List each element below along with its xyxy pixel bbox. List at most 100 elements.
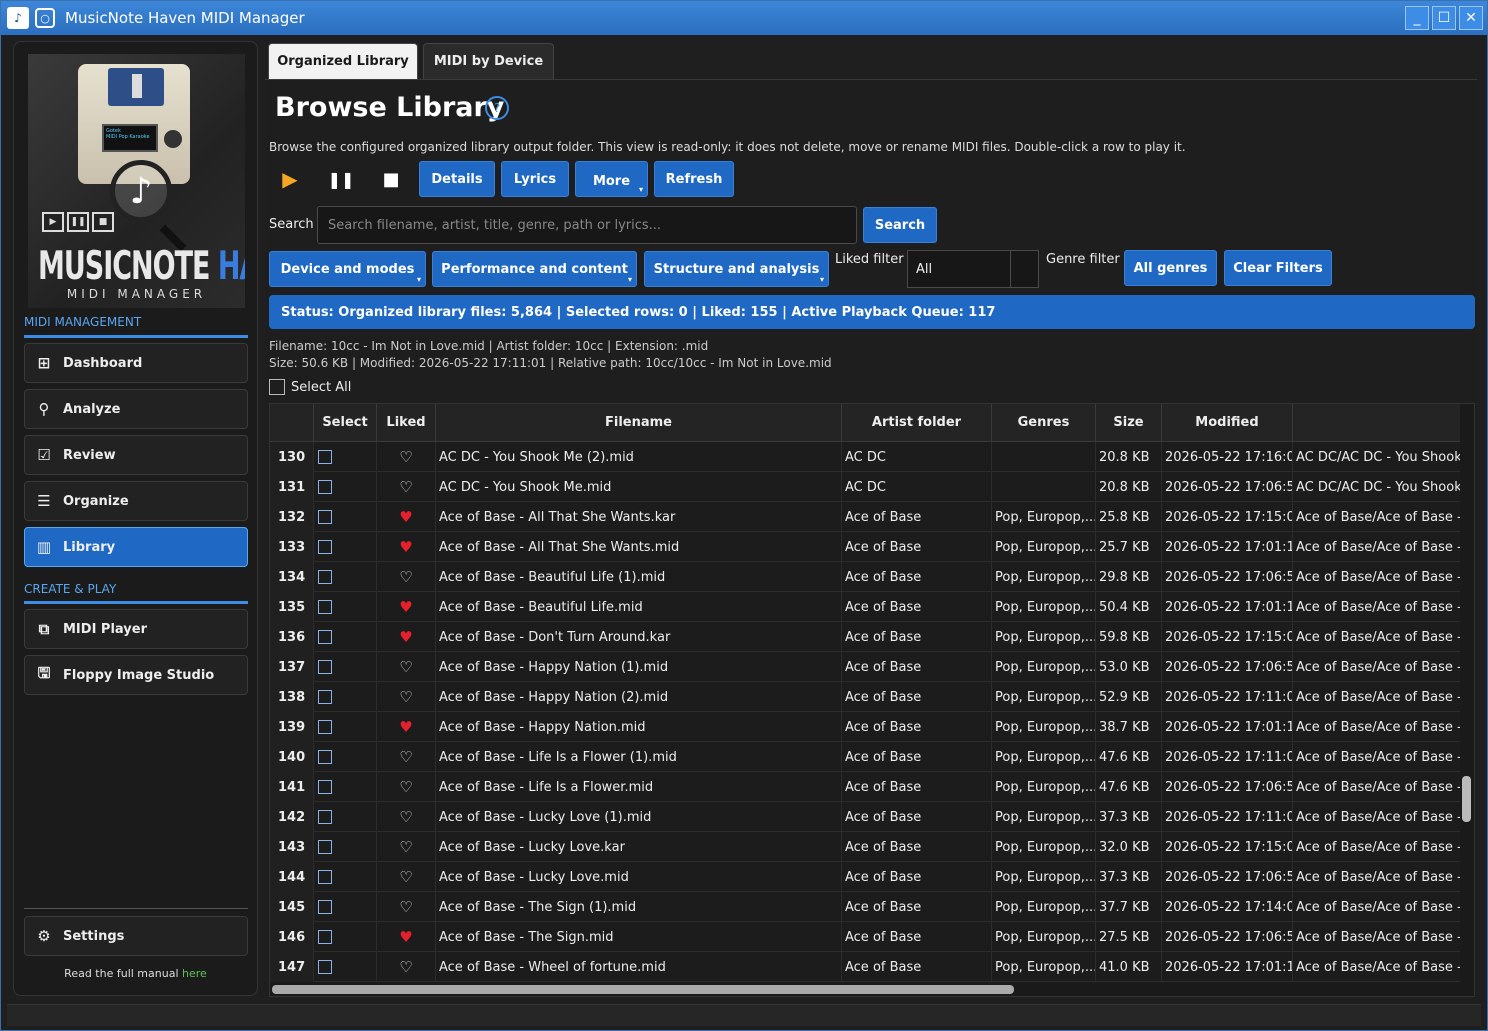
heart-outline-icon[interactable]: ♡ bbox=[399, 748, 412, 766]
column-header-filename[interactable]: Filename bbox=[436, 404, 842, 442]
heart-filled-icon[interactable]: ♥ bbox=[399, 508, 412, 526]
table-row[interactable]: 136 ♥ Ace of Base - Don't Turn Around.kar A… bbox=[270, 622, 1462, 652]
column-header-path[interactable] bbox=[1293, 404, 1462, 442]
heart-outline-icon[interactable]: ♡ bbox=[399, 478, 412, 496]
lyrics-button[interactable]: Lyrics bbox=[501, 161, 569, 197]
refresh-button[interactable]: Refresh bbox=[654, 161, 734, 197]
nav-dashboard[interactable]: ⊞ Dashboard bbox=[24, 343, 248, 383]
nav-library[interactable]: ▥ Library bbox=[24, 527, 248, 567]
nav-floppy-image-studio[interactable]: 🖫 Floppy Image Studio bbox=[24, 655, 248, 695]
row-select-checkbox[interactable] bbox=[318, 540, 332, 554]
nav-review[interactable]: ☑ Review bbox=[24, 435, 248, 475]
column-header-artist-folder[interactable]: Artist folder bbox=[842, 404, 992, 442]
row-select-checkbox[interactable] bbox=[318, 900, 332, 914]
table-row[interactable]: 135 ♥ Ace of Base - Beautiful Life.mid Ace … bbox=[270, 592, 1462, 622]
heart-outline-icon[interactable]: ♡ bbox=[399, 808, 412, 826]
horizontal-scrollbar[interactable] bbox=[270, 983, 1462, 996]
table-row[interactable]: 132 ♥ Ace of Base - All That She Wants.kar… bbox=[270, 502, 1462, 532]
liked-filter-select[interactable]: All bbox=[907, 250, 1039, 288]
heart-outline-icon[interactable]: ♡ bbox=[399, 568, 412, 586]
heart-filled-icon[interactable]: ♥ bbox=[399, 928, 412, 946]
vertical-scrollbar[interactable] bbox=[1460, 404, 1473, 996]
scrollbar-thumb[interactable] bbox=[1462, 776, 1471, 822]
search-input[interactable]: Search filename, artist, title, genre, p… bbox=[317, 206, 857, 244]
column-header-modified[interactable]: Modified bbox=[1162, 404, 1293, 442]
table-row[interactable]: 140 ♡ Ace of Base - Life Is a Flower (1).m… bbox=[270, 742, 1462, 772]
more-button[interactable]: More ▾ bbox=[575, 161, 648, 197]
row-select-checkbox[interactable] bbox=[318, 660, 332, 674]
nav-organize[interactable]: ☰ Organize bbox=[24, 481, 248, 521]
table-row[interactable]: 131 ♡ AC DC - You Shook Me.mid AC DC 20.8 KB… bbox=[270, 472, 1462, 502]
play-icon[interactable]: ▶ bbox=[275, 160, 305, 198]
row-select-checkbox[interactable] bbox=[318, 570, 332, 584]
column-header-genres[interactable]: Genres bbox=[992, 404, 1096, 442]
column-header-index[interactable] bbox=[270, 404, 314, 442]
heart-outline-icon[interactable]: ♡ bbox=[399, 658, 412, 676]
row-select-checkbox[interactable] bbox=[318, 840, 332, 854]
heart-outline-icon[interactable]: ♡ bbox=[399, 838, 412, 856]
table-row[interactable]: 134 ♡ Ace of Base - Beautiful Life (1).mid… bbox=[270, 562, 1462, 592]
pause-icon[interactable]: ❚❚ bbox=[326, 160, 356, 198]
table-row[interactable]: 130 ♡ AC DC - You Shook Me (2).mid AC DC 20.… bbox=[270, 442, 1462, 472]
table-row[interactable]: 147 ♡ Ace of Base - Wheel of fortune.mid Ac… bbox=[270, 952, 1462, 982]
column-header-size[interactable]: Size bbox=[1096, 404, 1162, 442]
minimize-icon[interactable]: _ bbox=[1405, 6, 1429, 30]
structure-analysis-filter-button[interactable]: Structure and analysis ▾ bbox=[644, 251, 829, 287]
heart-outline-icon[interactable]: ♡ bbox=[399, 898, 412, 916]
clear-filters-button[interactable]: Clear Filters bbox=[1224, 250, 1332, 286]
scrollbar-thumb[interactable] bbox=[272, 985, 1014, 994]
tab-organized-library[interactable]: Organized Library bbox=[268, 43, 418, 79]
heart-outline-icon[interactable]: ♡ bbox=[399, 448, 412, 466]
column-header-select[interactable]: Select bbox=[314, 404, 377, 442]
close-icon[interactable]: ✕ bbox=[1459, 6, 1483, 30]
row-select-checkbox[interactable] bbox=[318, 630, 332, 644]
heart-outline-icon[interactable]: ♡ bbox=[399, 868, 412, 886]
table-row[interactable]: 145 ♡ Ace of Base - The Sign (1).mid Ace of… bbox=[270, 892, 1462, 922]
heart-filled-icon[interactable]: ♥ bbox=[399, 538, 412, 556]
table-row[interactable]: 139 ♥ Ace of Base - Happy Nation.mid Ace of… bbox=[270, 712, 1462, 742]
table-row[interactable]: 141 ♡ Ace of Base - Life Is a Flower.mid Ac… bbox=[270, 772, 1462, 802]
table-row[interactable]: 146 ♥ Ace of Base - The Sign.mid Ace of Bas… bbox=[270, 922, 1462, 952]
stop-icon[interactable]: ■ bbox=[376, 160, 406, 198]
row-select-checkbox[interactable] bbox=[318, 510, 332, 524]
table-row[interactable]: 144 ♡ Ace of Base - Lucky Love.mid Ace of B… bbox=[270, 862, 1462, 892]
search-button[interactable]: Search bbox=[863, 207, 937, 243]
heart-outline-icon[interactable]: ♡ bbox=[399, 688, 412, 706]
table-row[interactable]: 138 ♡ Ace of Base - Happy Nation (2).mid Ac… bbox=[270, 682, 1462, 712]
row-select-checkbox[interactable] bbox=[318, 930, 332, 944]
row-select-checkbox[interactable] bbox=[318, 960, 332, 974]
nav-settings[interactable]: ⚙ Settings bbox=[24, 916, 248, 956]
table-row[interactable]: 133 ♥ Ace of Base - All That She Wants.mid… bbox=[270, 532, 1462, 562]
nav-analyze[interactable]: ⚲ Analyze bbox=[24, 389, 248, 429]
row-select-checkbox[interactable] bbox=[318, 750, 332, 764]
help-icon[interactable]: ? bbox=[485, 96, 509, 120]
nav-midi-player[interactable]: ⧉ MIDI Player bbox=[24, 609, 248, 649]
select-all-checkbox[interactable]: Select All bbox=[269, 379, 351, 395]
row-select-checkbox[interactable] bbox=[318, 870, 332, 884]
details-button[interactable]: Details bbox=[419, 161, 495, 197]
all-genres-button[interactable]: All genres bbox=[1124, 250, 1217, 286]
row-select-checkbox[interactable] bbox=[318, 600, 332, 614]
row-select-checkbox[interactable] bbox=[318, 780, 332, 794]
row-select-checkbox[interactable] bbox=[318, 450, 332, 464]
maximize-icon[interactable]: ☐ bbox=[1432, 6, 1456, 30]
table-row[interactable]: 137 ♡ Ace of Base - Happy Nation (1).mid Ac… bbox=[270, 652, 1462, 682]
heart-outline-icon[interactable]: ♡ bbox=[399, 958, 412, 976]
performance-content-filter-button[interactable]: Performance and content ▾ bbox=[432, 251, 637, 287]
heart-filled-icon[interactable]: ♥ bbox=[399, 718, 412, 736]
row-select-checkbox[interactable] bbox=[318, 810, 332, 824]
device-modes-filter-button[interactable]: Device and modes ▾ bbox=[269, 251, 426, 287]
title-bar[interactable]: ♪ ○ MusicNote Haven MIDI Manager _ ☐ ✕ bbox=[1, 1, 1487, 35]
heart-outline-icon[interactable]: ♡ bbox=[399, 778, 412, 796]
row-select-checkbox[interactable] bbox=[318, 720, 332, 734]
tab-midi-by-device[interactable]: MIDI by Device bbox=[423, 43, 554, 79]
heart-filled-icon[interactable]: ♥ bbox=[399, 598, 412, 616]
manual-link[interactable]: here bbox=[182, 967, 207, 980]
column-header-liked[interactable]: Liked bbox=[377, 404, 436, 442]
row-select-checkbox[interactable] bbox=[318, 690, 332, 704]
table-row[interactable]: 142 ♡ Ace of Base - Lucky Love (1).mid Ace … bbox=[270, 802, 1462, 832]
table-row[interactable]: 143 ♡ Ace of Base - Lucky Love.kar Ace of B… bbox=[270, 832, 1462, 862]
heart-filled-icon[interactable]: ♥ bbox=[399, 628, 412, 646]
row-select-checkbox[interactable] bbox=[318, 480, 332, 494]
pin-icon[interactable]: ○ bbox=[35, 8, 55, 28]
